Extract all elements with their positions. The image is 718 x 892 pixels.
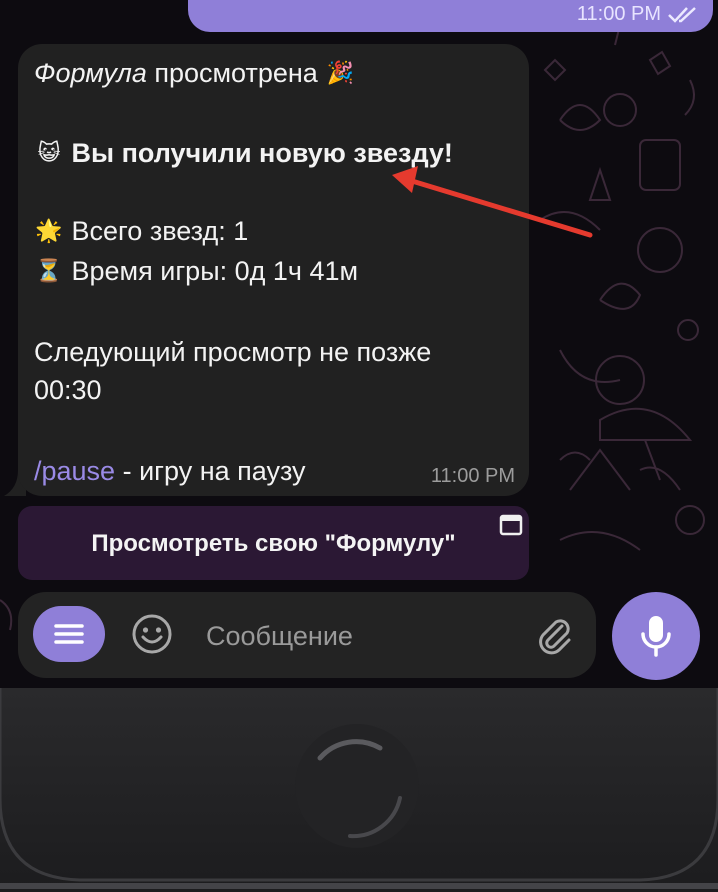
message-line-play-time: ⏳ Время игры: 0д 1ч 41м [34, 255, 358, 287]
message-composer [18, 592, 596, 678]
message-line-new-star: 😺 Вы получили новую звезду! [34, 137, 453, 169]
total-stars-text: Всего звезд: 1 [71, 216, 249, 246]
home-button[interactable] [295, 724, 419, 848]
double-check-icon [668, 6, 696, 23]
hourglass-emoji: ⏳ [35, 258, 63, 283]
microphone-icon [641, 616, 671, 657]
outgoing-message-meta: 11:00 PM [577, 3, 699, 26]
pause-command-text: - игру на паузу [115, 456, 306, 486]
incoming-message-bubble[interactable]: Формула просмотрена 🎉 😺 Вы получили нову… [18, 44, 529, 496]
message-line-next-view: Следующий просмотр не позже [34, 337, 432, 367]
message-line-total-stars: 🌟 Всего звезд: 1 [34, 215, 248, 247]
play-time-text: Время игры: 0д 1ч 41м [71, 256, 359, 286]
voice-message-button[interactable] [612, 592, 700, 680]
menu-icon [54, 624, 84, 644]
bot-menu-button[interactable] [33, 606, 105, 662]
viewed-text: просмотрена [146, 58, 318, 88]
formula-italic: Формула [34, 58, 147, 88]
message-line-viewed: Формула просмотрена 🎉 [34, 57, 355, 89]
phone-bezel [0, 688, 718, 892]
message-line-pause-command: /pause - игру на паузу [34, 455, 306, 487]
outgoing-message-time: 11:00 PM [576, 3, 661, 25]
pause-command-link[interactable]: /pause [34, 456, 115, 486]
new-star-text: Вы получили новую звезду! [71, 138, 453, 168]
cat-emoji: 😺 [37, 140, 61, 165]
smiley-icon[interactable] [130, 612, 174, 656]
paperclip-icon[interactable] [534, 614, 574, 656]
star-emoji: 🌟 [35, 218, 63, 243]
party-popper-emoji: 🎉 [326, 60, 355, 85]
outgoing-message-bubble[interactable]: 11:00 PM [188, 0, 713, 32]
incoming-message-time: 11:00 PM [430, 465, 515, 487]
view-formula-button[interactable]: Просмотреть свою "Формулу" [18, 506, 529, 580]
message-input[interactable] [204, 614, 528, 658]
view-formula-button-label: Просмотреть свою "Формулу" [91, 530, 456, 557]
message-line-next-view-time: 00:30 [34, 375, 102, 405]
chat-area: 11:00 PM Формула просмотрена 🎉 😺 Вы полу… [0, 0, 718, 688]
webapp-window-icon [499, 514, 523, 536]
